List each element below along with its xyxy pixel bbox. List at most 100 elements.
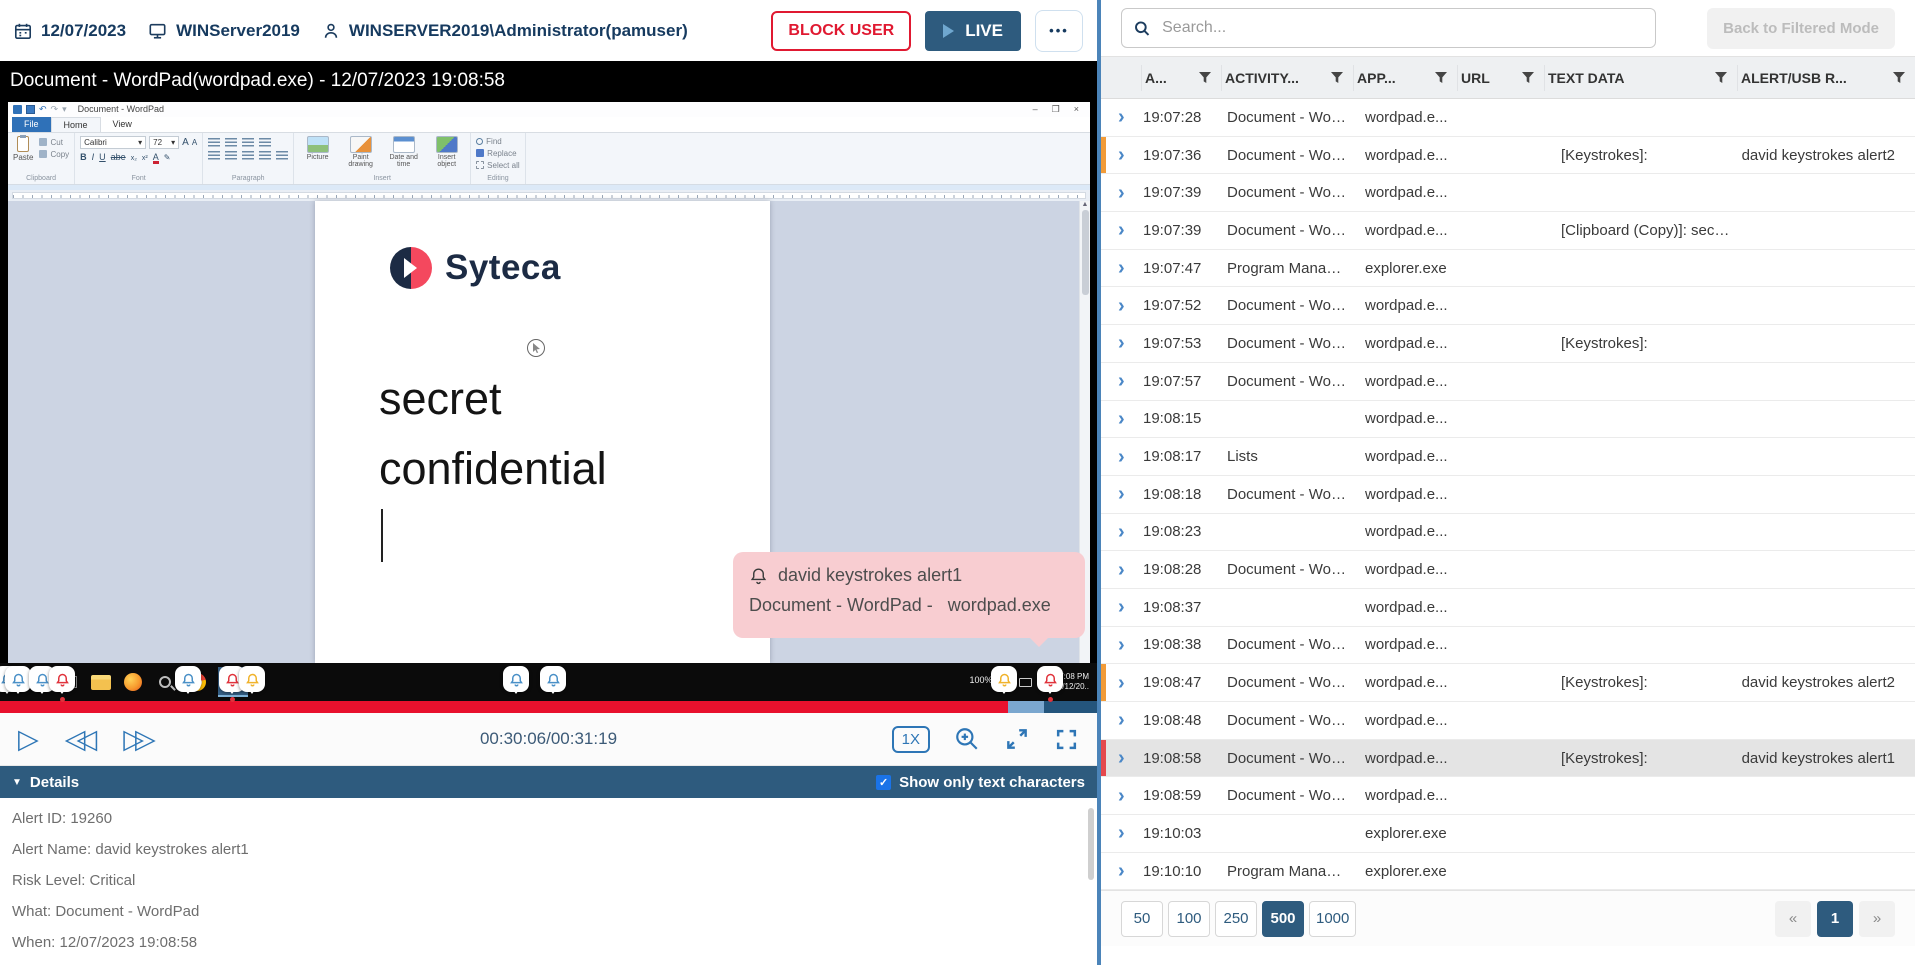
filter-icon[interactable] [1199,72,1211,84]
expand-row-icon[interactable]: › [1101,409,1141,429]
alert-notification-tooltip[interactable]: david keystrokes alert1 Document - WordP… [733,552,1085,638]
expand-row-icon[interactable]: › [1101,145,1141,165]
expand-row-icon[interactable]: › [1101,786,1141,806]
filter-icon[interactable] [1893,72,1905,84]
progress-handle[interactable] [1008,701,1044,713]
event-activity: Lists [1221,448,1353,465]
event-time: 19:08:17 [1141,448,1221,465]
details-scrollbar[interactable] [1088,808,1094,880]
expand-row-icon[interactable]: › [1101,823,1141,843]
page-size-250[interactable]: 250 [1215,901,1257,937]
event-row[interactable]: ›19:08:37wordpad.e... [1101,589,1915,627]
search-box[interactable] [1121,8,1656,48]
event-row[interactable]: ›19:07:36Document - Wor...wordpad.e...[K… [1101,137,1915,175]
expand-row-icon[interactable]: › [1101,560,1141,580]
expand-row-icon[interactable]: › [1101,597,1141,617]
collapse-triangle-icon[interactable]: ▼ [12,777,22,788]
column-header-text-data[interactable]: TEXT DATA [1544,65,1737,91]
event-row[interactable]: ›19:08:48Document - Wor...wordpad.e... [1101,702,1915,740]
playback-speed-button[interactable]: 1X [892,726,930,753]
back-to-filtered-mode-button[interactable]: Back to Filtered Mode [1707,8,1895,49]
next-page-button[interactable]: » [1859,901,1895,937]
session-computer-label: WINServer2019 [176,21,300,41]
event-activity: Program Manager [1221,260,1353,277]
event-row[interactable]: ›19:08:18Document - Wor...wordpad.e... [1101,476,1915,514]
event-application: wordpad.e... [1353,410,1457,427]
filter-icon[interactable] [1331,72,1343,84]
expand-row-icon[interactable]: › [1101,710,1141,730]
filter-icon[interactable] [1522,72,1534,84]
session-video-frame[interactable]: ↶ ↷ ▾ Document - WordPad – ❐ × File Home… [0,102,1097,663]
page-size-1000[interactable]: 1000 [1309,901,1356,937]
detail-line: Alert ID: 19260 [12,810,1085,827]
zoom-in-icon[interactable] [954,726,980,752]
event-row[interactable]: ›19:07:57Document - Wor...wordpad.e... [1101,363,1915,401]
expand-row-icon[interactable]: › [1101,371,1141,391]
event-row[interactable]: ›19:08:47Document - Wor...wordpad.e...[K… [1101,664,1915,702]
expand-row-icon[interactable]: › [1101,635,1141,655]
redo-icon: ↷ [51,104,59,115]
live-button[interactable]: LIVE [925,11,1021,51]
expand-row-icon[interactable]: › [1101,333,1141,353]
event-alert: david keystrokes alert2 [1737,147,1915,164]
playback-progress-bar[interactable] [0,701,1097,713]
event-text-data: [Keystrokes]: [1544,750,1737,767]
event-row[interactable]: ›19:08:38Document - Wor...wordpad.e... [1101,627,1915,665]
event-row[interactable]: ›19:07:52Document - Wor...wordpad.e... [1101,287,1915,325]
paint-drawing-icon [350,136,372,153]
event-row[interactable]: ›19:10:03explorer.exe [1101,815,1915,853]
event-row[interactable]: ›19:07:53Document - Wor...wordpad.e...[K… [1101,325,1915,363]
page-size-100[interactable]: 100 [1168,901,1210,937]
page-size-500[interactable]: 500 [1262,901,1304,937]
event-row[interactable]: ›19:10:10Program Managerexplorer.exe [1101,853,1915,891]
event-row[interactable]: ›19:08:17Listswordpad.e... [1101,438,1915,476]
event-activity: Document - Wor... [1221,750,1353,767]
column-header-a[interactable]: A... [1141,65,1221,91]
event-row[interactable]: ›19:08:23wordpad.e... [1101,514,1915,552]
find-button: Find [476,137,519,146]
event-row[interactable]: ›19:07:28Document - Wor...wordpad.e... [1101,99,1915,137]
prev-page-button[interactable]: « [1775,901,1811,937]
column-header-app[interactable]: APP... [1353,65,1457,91]
filter-icon[interactable] [1715,72,1727,84]
column-header-label: ACTIVITY... [1225,70,1299,86]
highlight-icon: ✎ [164,153,171,162]
page-size-50[interactable]: 50 [1121,901,1163,937]
expand-row-icon[interactable]: › [1101,673,1141,693]
event-row[interactable]: ›19:08:15wordpad.e... [1101,401,1915,439]
event-row[interactable]: ›19:07:47Program Managerexplorer.exe [1101,250,1915,288]
fullscreen-icon[interactable] [1054,727,1079,752]
expand-row-icon[interactable]: › [1101,447,1141,467]
column-header-activity[interactable]: ACTIVITY... [1221,65,1353,91]
event-row[interactable]: ›19:07:39Document - Wor...wordpad.e... [1101,174,1915,212]
show-only-text-checkbox[interactable]: ✓ [876,775,891,790]
event-time: 19:08:48 [1141,712,1221,729]
event-row[interactable]: ›19:07:39Document - Wor...wordpad.e...[C… [1101,212,1915,250]
event-application: explorer.exe [1353,863,1457,880]
paste-icon [17,136,29,152]
event-application: wordpad.e... [1353,297,1457,314]
expand-row-icon[interactable]: › [1101,183,1141,203]
current-page-button[interactable]: 1 [1817,901,1853,937]
block-user-button[interactable]: BLOCK USER [771,11,911,51]
event-row[interactable]: ›19:08:58Document - Wor...wordpad.e...[K… [1101,740,1915,778]
copy-button: Copy [39,150,69,159]
expand-row-icon[interactable]: › [1101,484,1141,504]
event-row[interactable]: ›19:08:28Document - Wor...wordpad.e... [1101,551,1915,589]
expand-row-icon[interactable]: › [1101,861,1141,881]
expand-row-icon[interactable]: › [1101,748,1141,768]
session-date: 12/07/2023 [14,21,126,41]
expand-row-icon[interactable]: › [1101,522,1141,542]
event-row[interactable]: ›19:08:59Document - Wor...wordpad.e... [1101,777,1915,815]
expand-row-icon[interactable]: › [1101,258,1141,278]
expand-row-icon[interactable]: › [1101,107,1141,127]
more-options-button[interactable]: ••• [1035,10,1083,52]
expand-row-icon[interactable]: › [1101,220,1141,240]
filter-icon[interactable] [1435,72,1447,84]
search-input[interactable] [1160,18,1643,38]
column-header-alert-usb-r[interactable]: ALERT/USB R... [1737,65,1915,91]
details-panel-header[interactable]: ▼ Details ✓ Show only text characters [0,766,1097,798]
column-header-url[interactable]: URL [1457,65,1544,91]
expand-icon[interactable] [1004,726,1030,752]
expand-row-icon[interactable]: › [1101,296,1141,316]
